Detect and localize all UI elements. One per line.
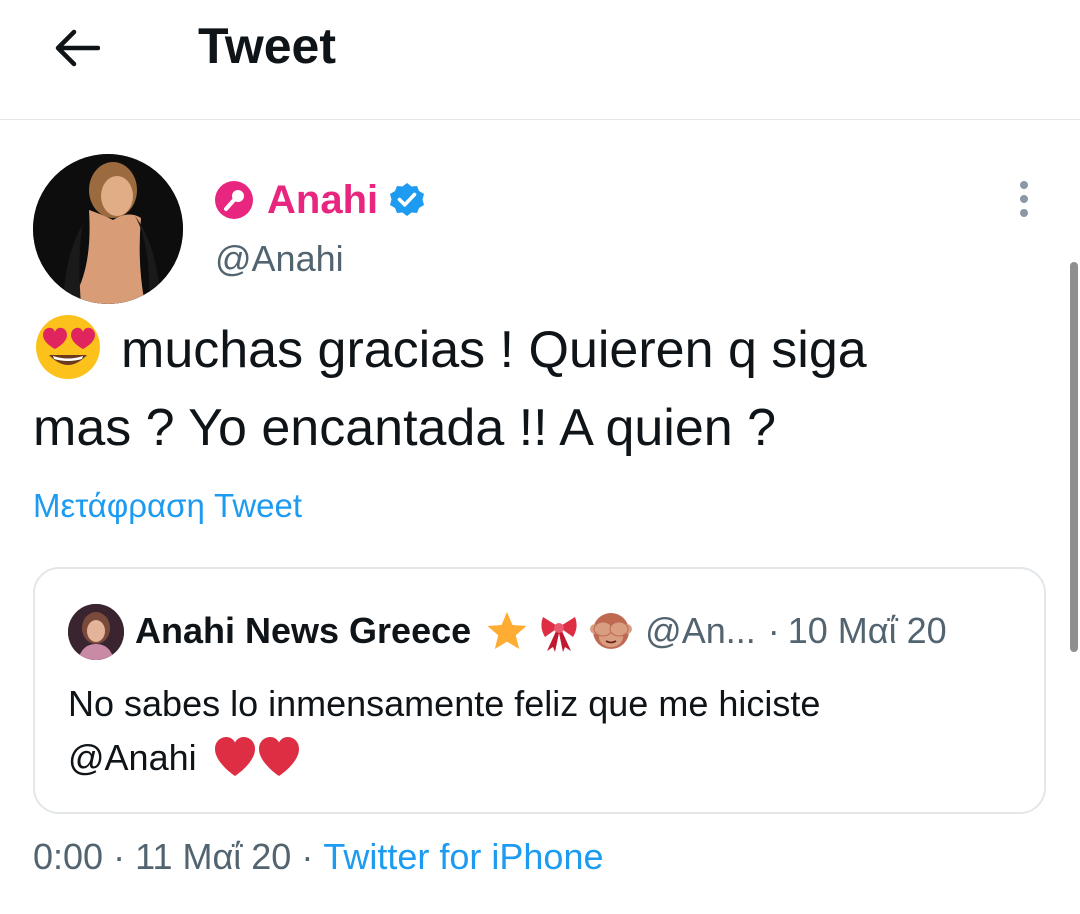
quote-header: Anahi News Greece @An... · 10 Μαΐ 20 [135,605,1035,657]
quote-text-line-1: No sabes lo inmensamente feliz que me hi… [68,683,821,724]
author-handle[interactable]: @Anahi [215,236,344,282]
avatar-photo [33,154,183,304]
page-title: Tweet [198,18,336,74]
verified-badge-icon [390,183,425,216]
translate-tweet-link[interactable]: Μετάφραση Tweet [33,484,302,528]
tweet-text: muchas gracias ! Quieren q siga mas ? Yo… [33,311,1033,467]
author-name-row[interactable]: Anahi [215,175,426,225]
quote-author-handle: @An... [645,610,756,651]
more-dot-icon [1020,195,1028,203]
arrow-left-icon [55,29,100,67]
star-emoji [487,612,527,649]
quote-text: No sabes lo inmensamente feliz que me hi… [68,677,1008,785]
red-heart-emoji [214,737,255,776]
quote-author-name: Anahi News Greece [135,610,472,651]
quote-date: 10 Μαΐ 20 [787,610,947,651]
heart-eyes-emoji [36,315,100,379]
quoted-tweet-card[interactable]: Anahi News Greece @An... · 10 Μαΐ 20 No … [33,567,1046,814]
quote-mention: @Anahi [68,737,197,778]
tweet-text-line-2: mas ? Yo encantada !! A quien ? [33,399,777,457]
scrollbar[interactable] [1070,262,1078,652]
more-dot-icon [1020,209,1028,217]
ribbon-emoji [541,617,577,652]
meta-separator: · [113,836,126,877]
top-bar: Tweet [0,0,1080,120]
meta-separator: · [301,836,314,877]
tweet-detail-screen: Tweet Anahi @Anahi muchas gracias ! Quie… [0,0,1080,914]
red-heart-emoji [258,737,299,776]
author-name: Anahi [267,178,379,222]
quote-author-avatar[interactable] [68,604,124,660]
tweet-time: 0:00 [33,836,104,877]
more-options-button[interactable] [1004,176,1044,222]
tweet-meta: 0:00 · 11 Μαΐ 20 · Twitter for iPhone [33,834,603,880]
more-dot-icon [1020,181,1028,189]
tweet-date: 11 Μαΐ 20 [135,836,292,877]
tweet-source-link[interactable]: Twitter for iPhone [323,836,603,877]
see-no-evil-monkey-emoji [590,613,633,649]
quote-separator: · [767,610,780,651]
back-button[interactable] [46,18,106,78]
author-avatar[interactable] [33,154,183,304]
microphone-badge-icon [215,181,253,219]
tweet-text-line-1: muchas gracias ! Quieren q siga [121,321,867,379]
quote-avatar-photo [68,604,124,660]
